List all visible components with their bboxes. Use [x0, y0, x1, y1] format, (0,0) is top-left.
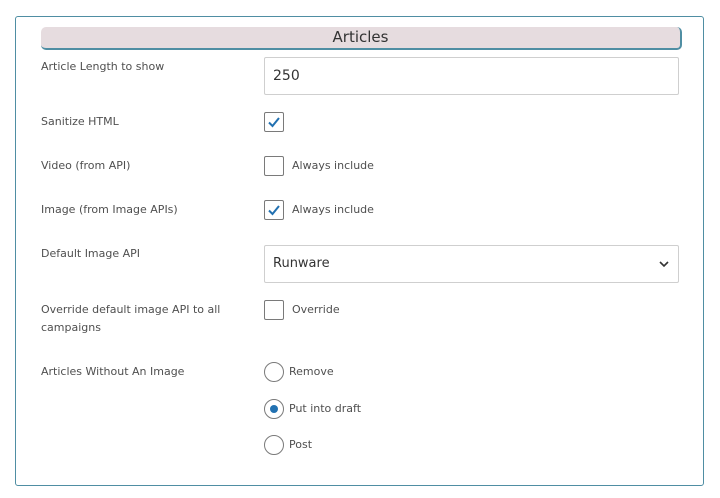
articles-without-image-label: Articles Without An Image — [41, 365, 185, 378]
override-option-label: Override — [292, 303, 340, 316]
radio-remove[interactable] — [264, 362, 284, 382]
section-title: Articles — [41, 27, 682, 50]
article-length-input[interactable] — [264, 57, 679, 95]
video-label: Video (from API) — [41, 159, 131, 172]
articles-settings-panel: Articles Article Length to show Sanitize… — [15, 16, 704, 486]
sanitize-html-label: Sanitize HTML — [41, 115, 119, 128]
override-checkbox[interactable] — [264, 300, 284, 320]
image-option-label: Always include — [292, 203, 374, 216]
radio-put-into-draft[interactable] — [264, 399, 284, 419]
image-checkbox[interactable] — [264, 200, 284, 220]
video-option-label: Always include — [292, 159, 374, 172]
override-image-api-label: Override default image API to all campai… — [41, 303, 221, 334]
default-image-api-label: Default Image API — [41, 247, 141, 260]
radio-post[interactable] — [264, 435, 284, 455]
checkmark-icon — [268, 205, 280, 216]
video-checkbox[interactable] — [264, 156, 284, 176]
checkmark-icon — [268, 117, 280, 128]
default-image-api-value: Runware — [273, 256, 330, 271]
radio-put-into-draft-label: Put into draft — [289, 402, 362, 415]
article-length-label: Article Length to show — [41, 60, 165, 73]
chevron-down-icon — [659, 261, 669, 268]
default-image-api-select[interactable]: Runware — [264, 245, 679, 283]
radio-selected-dot — [270, 405, 278, 413]
image-label: Image (from Image APIs) — [41, 203, 178, 216]
radio-remove-label: Remove — [289, 365, 334, 378]
sanitize-html-checkbox[interactable] — [264, 112, 284, 132]
radio-post-label: Post — [289, 438, 313, 451]
